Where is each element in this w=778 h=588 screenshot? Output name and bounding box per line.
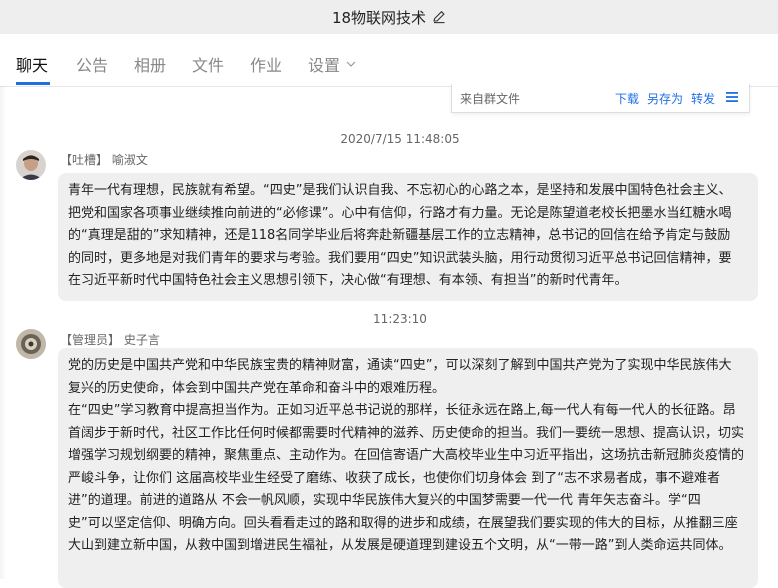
tab-homework[interactable]: 作业 bbox=[250, 52, 282, 76]
sender-role: 【管理员】 bbox=[60, 333, 121, 347]
tab-album[interactable]: 相册 bbox=[134, 52, 166, 76]
file-action-bar: 来自群文件 下载 另存为 转发 bbox=[451, 84, 750, 113]
tab-bar: 聊天 公告 相册 文件 作业 设置 bbox=[0, 34, 778, 87]
message-bubble: 青年一代有理想，民族就有希望。“四史”是我们认识自我、不忘初心的心路之本，是坚持… bbox=[58, 173, 758, 301]
message-timestamp: 2020/7/15 11:48:05 bbox=[340, 132, 460, 146]
tab-announcement[interactable]: 公告 bbox=[76, 52, 108, 76]
save-as-link[interactable]: 另存为 bbox=[647, 90, 683, 107]
active-tab-indicator bbox=[16, 82, 50, 85]
forward-link[interactable]: 转发 bbox=[691, 90, 715, 107]
chevron-down-icon bbox=[346, 61, 356, 67]
tab-settings[interactable]: 设置 bbox=[308, 52, 356, 76]
window-title: 18物联网技术 bbox=[331, 8, 427, 27]
sender-line: 【管理员】 史子言 bbox=[60, 331, 160, 348]
avatar[interactable] bbox=[16, 329, 46, 359]
edit-icon[interactable] bbox=[432, 10, 446, 24]
message-bubble: 党的历史是中国共产党和中华民族宝贵的精神财富，通读“四史”，可以深刻了解到中国共… bbox=[58, 348, 758, 588]
sender-line: 【吐槽】 喻淑文 bbox=[60, 151, 148, 168]
sender-name[interactable]: 喻淑文 bbox=[112, 153, 148, 167]
sender-name[interactable]: 史子言 bbox=[124, 333, 160, 347]
download-link[interactable]: 下载 bbox=[615, 90, 639, 107]
avatar[interactable] bbox=[16, 150, 46, 180]
menu-icon[interactable] bbox=[726, 91, 738, 106]
file-source-label: 来自群文件 bbox=[460, 92, 521, 106]
tab-files[interactable]: 文件 bbox=[192, 52, 224, 76]
title-bar: 18物联网技术 bbox=[0, 0, 778, 34]
panel-edge-shadow bbox=[0, 86, 6, 579]
message-timestamp: 11:23:10 bbox=[373, 312, 427, 326]
tab-chat[interactable]: 聊天 bbox=[16, 52, 48, 76]
sender-role: 【吐槽】 bbox=[60, 153, 109, 167]
